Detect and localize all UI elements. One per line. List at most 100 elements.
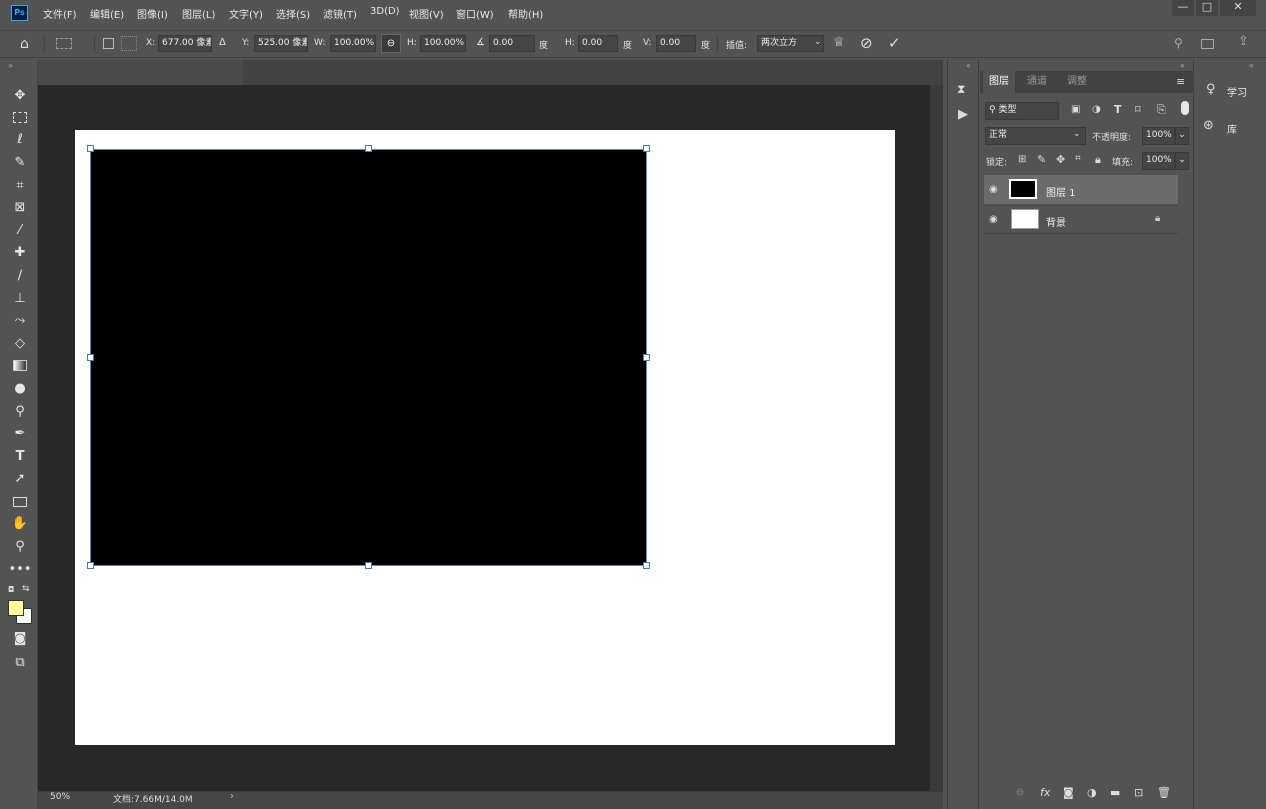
menu-3d[interactable]: 3D(D) (370, 6, 400, 17)
transform-handle-bottom-right[interactable] (643, 562, 650, 569)
brush-tool-icon[interactable]: ∕ (7, 266, 33, 286)
default-colors-icon[interactable]: ◘ (8, 585, 14, 594)
transform-handle-bottom-left[interactable] (87, 562, 94, 569)
menu-window[interactable]: 窗口(W) (456, 6, 494, 21)
fill-dropdown[interactable]: ⌄ (1175, 152, 1189, 170)
path-select-tool-icon[interactable]: ➚ (7, 469, 33, 489)
lock-position-icon[interactable]: ✥ (1056, 153, 1065, 166)
close-button[interactable]: ✕ (1220, 0, 1256, 16)
transform-preset-icon[interactable] (56, 38, 72, 49)
menu-select[interactable]: 选择(S) (276, 6, 310, 21)
marquee-tool-icon[interactable] (7, 108, 33, 128)
eraser-tool-icon[interactable]: ◇ (7, 334, 33, 354)
lock-image-icon[interactable]: ✎ (1037, 153, 1046, 166)
menu-image[interactable]: 图像(I) (137, 6, 168, 21)
delete-layer-icon[interactable]: 🗑︎ (1157, 786, 1171, 799)
zoom-tool-icon[interactable]: ⚲ (7, 537, 33, 557)
transform-handle-top-right[interactable] (643, 145, 650, 152)
libraries-panel-button[interactable]: 库 (1227, 121, 1237, 136)
zoom-level[interactable]: 50% (50, 792, 70, 802)
filter-kind-select[interactable]: ⚲ 类型 (985, 102, 1059, 120)
vskew-field[interactable]: 0.00 (656, 35, 696, 52)
tab-adjustments[interactable]: 调整 (1061, 71, 1093, 93)
type-tool-icon[interactable]: T (7, 447, 33, 467)
filter-smart-object-icon[interactable]: ⎘ (1157, 103, 1166, 117)
cancel-transform-icon[interactable]: ⊘ (860, 34, 873, 52)
history-panel-icon[interactable]: ⧗ (957, 82, 965, 97)
x-field[interactable]: 677.00 像素 (158, 35, 212, 52)
link-icon[interactable]: ⊖ (381, 34, 401, 53)
link-layers-icon[interactable]: ⊖ (1016, 787, 1024, 798)
stamp-tool-icon[interactable]: ⊥ (7, 289, 33, 309)
transform-handle-top[interactable] (365, 145, 372, 152)
gradient-tool-icon[interactable] (7, 356, 33, 376)
layer-1-name[interactable]: 图层 1 (1046, 184, 1076, 199)
collapse-panels-icon[interactable]: « (966, 61, 971, 70)
height-field[interactable]: 100.00% (420, 35, 466, 52)
width-field[interactable]: 100.00% (330, 35, 376, 52)
libraries-icon[interactable]: ⊛ (1203, 118, 1214, 133)
pen-tool-icon[interactable]: ✒ (7, 424, 33, 444)
foreground-color-swatch[interactable] (8, 600, 24, 616)
collapse-right-panel-icon[interactable]: « (1249, 61, 1254, 70)
background-thumbnail[interactable] (1011, 209, 1039, 229)
eye-icon[interactable]: ◉ (989, 184, 999, 195)
menu-view[interactable]: 视图(V) (409, 6, 444, 21)
filter-adjustment-icon[interactable]: ◑ (1092, 104, 1101, 115)
reference-point-icon[interactable] (121, 36, 137, 51)
angle-field[interactable]: 0.00 (489, 35, 535, 52)
eye-icon[interactable]: ◉ (989, 214, 999, 225)
adjustment-layer-icon[interactable]: ◑ (1087, 786, 1097, 799)
screen-mode-icon[interactable]: ⧉ (7, 653, 33, 673)
quick-mask-icon[interactable]: ◙ (7, 629, 33, 649)
fill-field[interactable]: 100% (1142, 152, 1175, 170)
commit-transform-icon[interactable]: ✓ (888, 34, 901, 52)
healing-brush-tool-icon[interactable]: ✚ (7, 243, 33, 263)
workspace-icon[interactable] (1201, 39, 1214, 49)
y-field[interactable]: 525.00 像素 (254, 35, 308, 52)
search-icon[interactable]: ⚲ (1174, 36, 1183, 50)
frame-tool-icon[interactable]: ⊠ (7, 198, 33, 218)
expand-panel-icon[interactable]: » (1180, 61, 1185, 70)
photoshop-logo[interactable]: Ps (11, 5, 28, 21)
lasso-tool-icon[interactable]: ℓ (7, 130, 33, 150)
learn-panel-button[interactable]: 学习 (1227, 84, 1247, 99)
swap-colors-icon[interactable]: ⇆ (22, 584, 30, 594)
filter-shape-icon[interactable]: ⌑ (1135, 103, 1141, 116)
panel-menu-icon[interactable]: ≡ (1176, 75, 1185, 88)
opacity-dropdown[interactable]: ⌄ (1175, 127, 1189, 145)
menu-layer[interactable]: 图层(L) (182, 6, 215, 21)
new-layer-icon[interactable]: ⊡ (1134, 786, 1143, 799)
opacity-field[interactable]: 100% (1142, 127, 1175, 145)
delta-icon[interactable]: Δ (219, 37, 226, 48)
filter-type-icon[interactable]: T (1114, 103, 1122, 116)
document-tab[interactable] (38, 60, 243, 85)
reference-checkbox[interactable] (103, 38, 114, 49)
share-icon[interactable]: ⇪ (1238, 34, 1249, 49)
background-layer-name[interactable]: 背景 (1046, 214, 1066, 229)
filter-pixel-icon[interactable]: ▣ (1071, 104, 1080, 115)
collapse-toolbar-icon[interactable]: » (8, 61, 13, 70)
status-menu-arrow-icon[interactable]: › (230, 791, 234, 802)
layer-1-content[interactable] (90, 149, 647, 566)
quick-select-tool-icon[interactable]: ✎ (7, 153, 33, 173)
crop-tool-icon[interactable]: ⌗ (7, 176, 33, 196)
hand-tool-icon[interactable]: ✋ (7, 514, 33, 534)
blur-tool-icon[interactable]: ● (7, 379, 33, 399)
dodge-tool-icon[interactable]: ⚲ (7, 402, 33, 422)
eyedropper-tool-icon[interactable]: ⁄ (7, 221, 33, 241)
lightbulb-icon[interactable]: ♀ (1206, 82, 1216, 97)
home-icon[interactable]: ⌂ (20, 36, 29, 52)
tab-layers[interactable]: 图层 (983, 71, 1015, 93)
blend-mode-select[interactable]: 正常 (985, 127, 1086, 145)
menu-edit[interactable]: 编辑(E) (90, 6, 124, 21)
transform-handle-top-left[interactable] (87, 145, 94, 152)
move-tool-icon[interactable]: ✥ (7, 86, 33, 106)
restore-button[interactable]: □ (1196, 0, 1218, 16)
warp-icon[interactable]: ♕ (833, 35, 845, 50)
transform-handle-bottom[interactable] (365, 562, 372, 569)
menu-help[interactable]: 帮助(H) (508, 6, 543, 21)
hskew-field[interactable]: 0.00 (578, 35, 618, 52)
minimize-button[interactable]: — (1172, 0, 1194, 16)
add-mask-icon[interactable]: ◙ (1063, 786, 1074, 799)
